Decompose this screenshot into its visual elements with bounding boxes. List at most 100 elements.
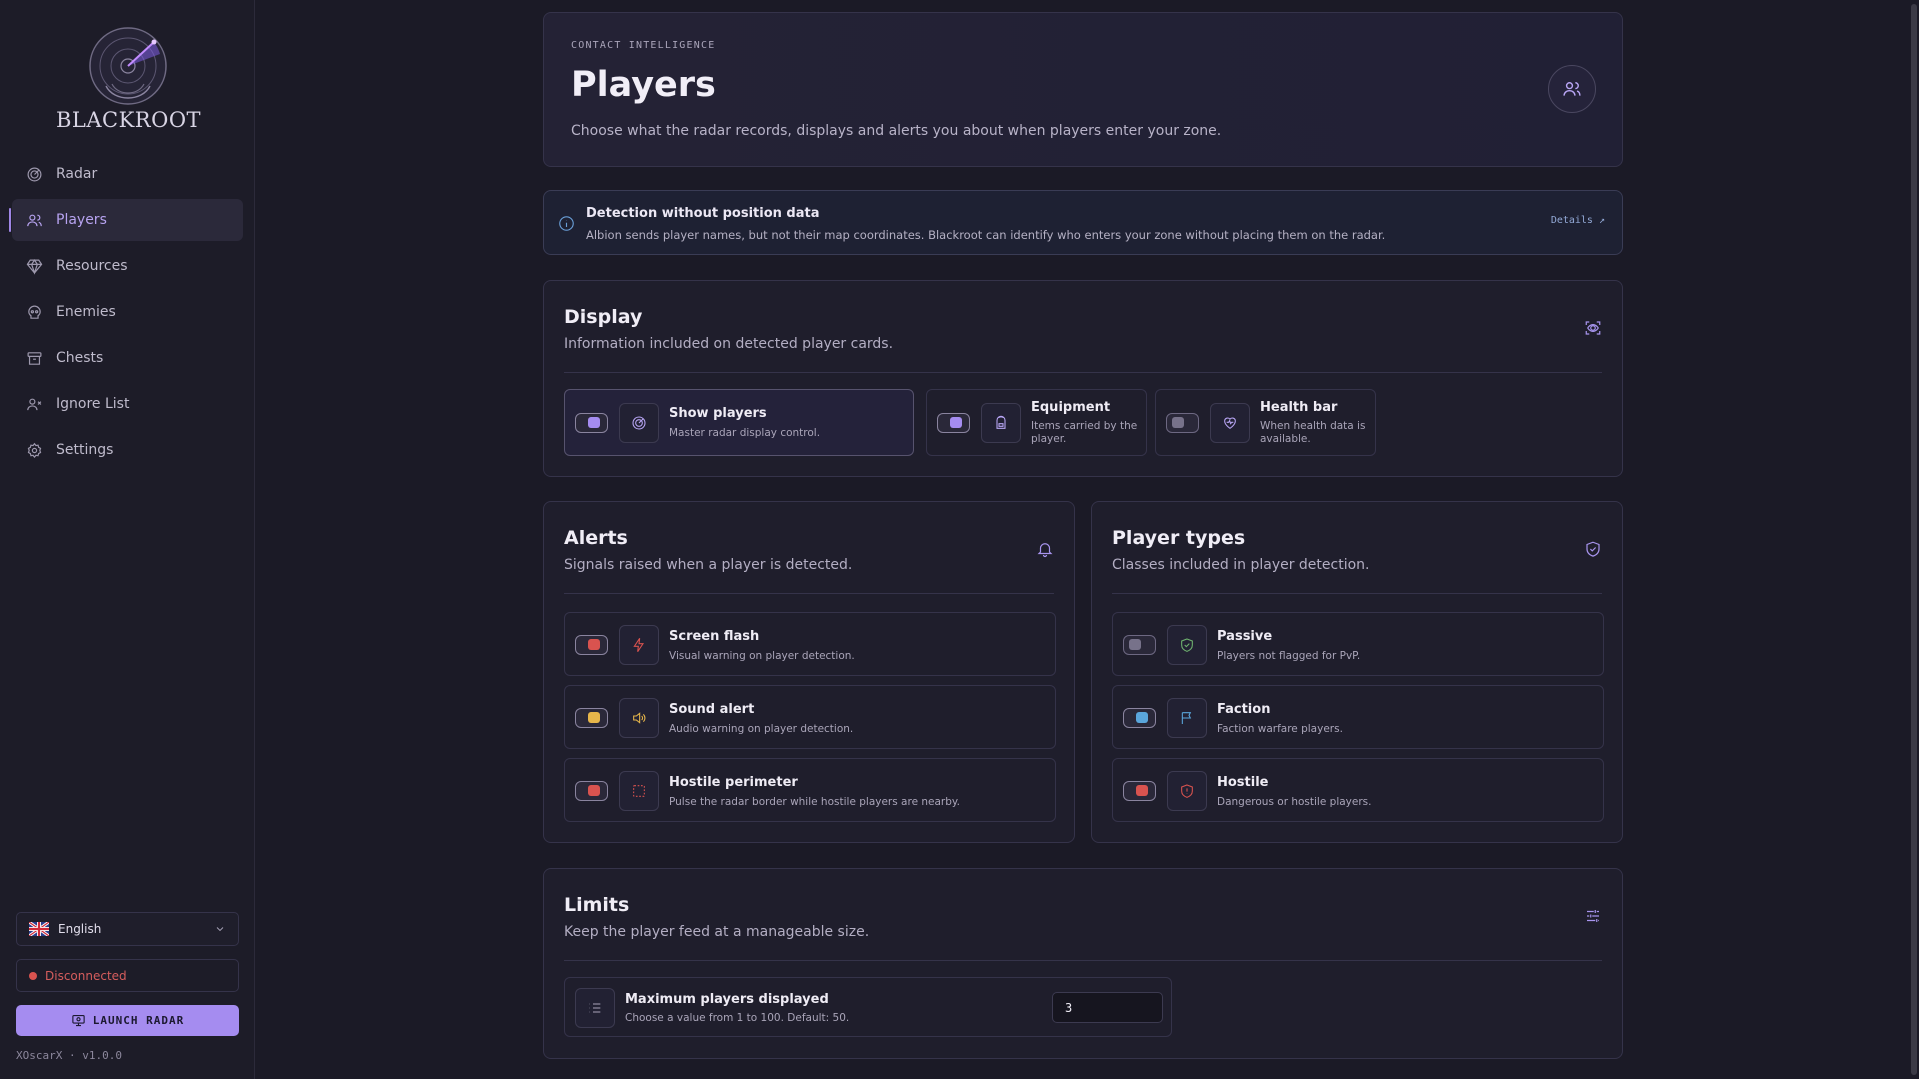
radar-icon: [27, 167, 42, 181]
passive-option[interactable]: Passive Players not flagged for PvP.: [1112, 612, 1604, 676]
sidebar: BLACKROOT Radar Players Resources Enemie…: [0, 0, 255, 1079]
page-title: Players: [571, 65, 716, 105]
sidebar-item-label: Enemies: [56, 304, 116, 320]
icon-box: [981, 403, 1021, 443]
display-section: Display Information included on detected…: [543, 280, 1623, 477]
sidebar-item-settings[interactable]: Settings: [12, 429, 243, 471]
player-types-section: Player types Classes included in player …: [1091, 501, 1623, 843]
option-label: Equipment: [1031, 400, 1111, 415]
hostile-perimeter-toggle[interactable]: [575, 781, 608, 801]
details-link[interactable]: Details ↗: [1551, 215, 1605, 226]
option-label: Hostile: [1217, 775, 1269, 790]
equipment-toggle[interactable]: [937, 413, 970, 433]
passive-toggle[interactable]: [1123, 635, 1156, 655]
shield-check-icon: [1181, 638, 1193, 652]
max-players-option: Maximum players displayed Choose a value…: [564, 977, 1172, 1037]
sidebar-item-label: Resources: [56, 258, 128, 274]
section-divider: [564, 593, 1054, 594]
sidebar-item-resources[interactable]: Resources: [12, 245, 243, 287]
users-badge: [1548, 65, 1596, 113]
toggle-knob: [1136, 785, 1148, 796]
option-label: Sound alert: [669, 702, 755, 717]
sidebar-item-label: Ignore List: [56, 396, 130, 412]
radar-logo-icon: [89, 27, 167, 105]
scrollbar[interactable]: [1909, 0, 1919, 1079]
option-description: Dangerous or hostile players.: [1217, 796, 1372, 808]
gem-icon: [26, 258, 43, 275]
option-description: Pulse the radar border while hostile pla…: [669, 796, 960, 808]
icon-box: [619, 771, 659, 811]
bell-icon: [1037, 543, 1053, 558]
gear-icon: [27, 442, 42, 458]
show-players-option[interactable]: Show players Master radar display contro…: [564, 389, 914, 456]
screen-flash-toggle[interactable]: [575, 635, 608, 655]
sidebar-item-players[interactable]: Players: [9, 199, 243, 241]
section-divider: [564, 372, 1602, 373]
launch-radar-label: LAUNCH RADAR: [92, 1014, 185, 1027]
hostile-perimeter-option[interactable]: Hostile perimeter Pulse the radar border…: [564, 758, 1056, 822]
app-logo: BLACKROOT: [56, 24, 202, 136]
option-label: Show players: [669, 406, 767, 421]
faction-toggle[interactable]: [1123, 708, 1156, 728]
option-label: Screen flash: [669, 629, 760, 644]
faction-option[interactable]: Faction Faction warfare players.: [1112, 685, 1604, 749]
screen-flash-option[interactable]: Screen flash Visual warning on player de…: [564, 612, 1056, 676]
icon-box: [1167, 771, 1207, 811]
option-description: Faction warfare players.: [1217, 723, 1343, 735]
sidebar-item-radar[interactable]: Radar: [12, 153, 243, 195]
option-description: Visual warning on player detection.: [669, 650, 855, 662]
health-bar-option[interactable]: Health bar When health data is available…: [1155, 389, 1376, 456]
section-title: Alerts: [564, 527, 628, 549]
sidebar-item-label: Settings: [56, 442, 114, 458]
toggle-knob: [588, 712, 600, 723]
max-players-input[interactable]: 3: [1052, 992, 1163, 1023]
language-select[interactable]: English: [16, 912, 239, 946]
show-players-toggle[interactable]: [575, 413, 608, 433]
scrollbar-thumb[interactable]: [1911, 4, 1917, 1075]
health-bar-toggle[interactable]: [1166, 413, 1199, 433]
sound-alert-option[interactable]: Sound alert Audio warning on player dete…: [564, 685, 1056, 749]
shield-check-icon: [1586, 541, 1600, 557]
toggle-knob: [950, 417, 962, 428]
option-description: Audio warning on player detection.: [669, 723, 854, 735]
app-name: BLACKROOT: [56, 108, 202, 132]
toggle-knob: [1172, 417, 1184, 428]
launch-radar-button[interactable]: LAUNCH RADAR: [16, 1005, 239, 1036]
lightning-icon: [633, 638, 644, 652]
icon-box: [1167, 698, 1207, 738]
hostile-toggle[interactable]: [1123, 781, 1156, 801]
flag-icon: [1181, 712, 1192, 724]
archive-icon: [27, 351, 42, 365]
toggle-knob: [1129, 639, 1141, 650]
option-description: Choose a value from 1 to 100. Default: 5…: [625, 1012, 850, 1024]
language-label: English: [58, 922, 102, 936]
status-label: Disconnected: [45, 968, 127, 983]
equipment-option[interactable]: Equipment Items carried by the player.: [926, 389, 1147, 456]
list-icon: [589, 1003, 601, 1013]
sidebar-item-label: Chests: [56, 350, 104, 366]
heart-pulse-icon: [1224, 417, 1236, 429]
section-description: Information included on detected player …: [564, 336, 894, 352]
option-description: Players not flagged for PvP.: [1217, 650, 1361, 662]
page-header-card: CONTACT INTELLIGENCE Players Choose what…: [543, 12, 1623, 167]
users-icon: [27, 214, 42, 226]
option-description: When health data is available.: [1260, 420, 1366, 445]
section-title: Player types: [1112, 527, 1246, 549]
detection-notice: Detection without position data Albion s…: [543, 190, 1623, 255]
option-label: Maximum players displayed: [625, 992, 829, 1007]
speaker-icon: [633, 712, 646, 724]
sidebar-item-chests[interactable]: Chests: [12, 337, 243, 379]
sidebar-item-ignore-list[interactable]: Ignore List: [12, 383, 243, 425]
option-label: Health bar: [1260, 400, 1338, 415]
limits-section: Limits Keep the player feed at a managea…: [543, 868, 1623, 1059]
icon-box: [1210, 403, 1250, 443]
sound-alert-toggle[interactable]: [575, 708, 608, 728]
toggle-knob: [1136, 712, 1148, 723]
option-label: Faction: [1217, 702, 1271, 717]
icon-box: [619, 625, 659, 665]
sidebar-item-label: Players: [56, 212, 107, 228]
hostile-option[interactable]: Hostile Dangerous or hostile players.: [1112, 758, 1604, 822]
sidebar-item-enemies[interactable]: Enemies: [12, 291, 243, 333]
icon-box: [1167, 625, 1207, 665]
radar-icon: [632, 416, 646, 430]
